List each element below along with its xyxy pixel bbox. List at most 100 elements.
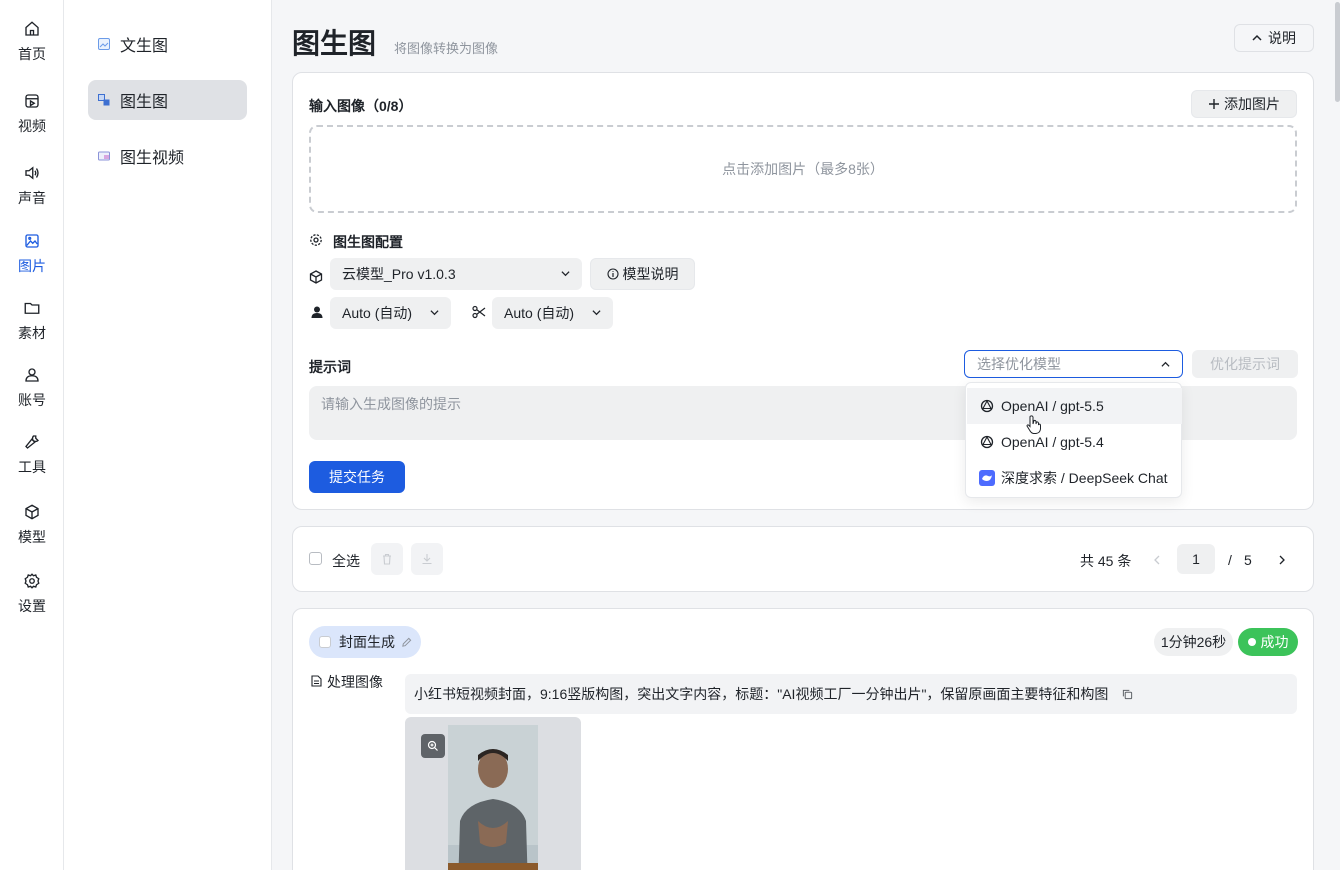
subnav-item-image-to-image[interactable]: 图生图 [88,80,247,120]
page-title: 图生图 [292,28,377,59]
page-subtitle: 将图像转换为图像 [394,41,499,56]
rail-item-image[interactable]: 图片 [0,232,64,288]
status-badge: 成功 [1238,628,1298,656]
subnav-item-text-to-image[interactable]: 文生图 [88,24,247,64]
rail-item-account[interactable]: 账号 [0,366,64,422]
explain-button[interactable]: 说明 [1234,24,1314,52]
rail-label: 账号 [18,392,46,408]
rail-label: 声音 [18,190,46,206]
rail-item-assets[interactable]: 素材 [0,299,64,355]
rail-item-settings[interactable]: 设置 [0,572,64,628]
chevron-up-icon [1252,34,1262,41]
image-to-image-icon [98,94,110,106]
rail-label: 视频 [18,118,46,134]
person-icon [311,306,323,318]
document-icon [311,675,322,687]
explain-label: 说明 [1268,30,1296,46]
task-duration: 1分钟26秒 [1154,628,1233,656]
total-count: 共 45 条 [1080,553,1132,569]
task-duration-value: 1分钟26秒 [1160,634,1227,650]
result-thumbnail[interactable] [405,717,581,870]
image-dropzone[interactable]: 点击添加图片（最多8张） [309,125,1297,213]
current-page[interactable]: 1 [1177,544,1215,574]
rail-label: 素材 [18,325,46,341]
rail-item-tools[interactable]: 工具 [0,433,64,489]
rail-item-home[interactable]: 首页 [0,20,64,76]
download-button[interactable] [411,543,443,575]
rail-label: 模型 [18,529,46,545]
rail-item-sound[interactable]: 声音 [0,164,64,220]
task-card: 封面生成 1分钟26秒 成功 处理图像 小红书短视频封面，9:16竖版构图，突出… [292,608,1314,870]
dropdown-option-deepseek[interactable]: 深度求索 / DeepSeek Chat [967,460,1182,496]
portrait-photo [448,725,538,870]
task-tag[interactable]: 封面生成 [309,626,421,658]
openai-icon [979,434,995,450]
optimize-prompt-button[interactable]: 优化提示词 [1192,350,1298,378]
task-description: 小红书短视频封面，9:16竖版构图，突出文字内容，标题："AI视频工厂一分钟出片… [405,674,1297,714]
zoom-button[interactable] [421,734,445,758]
sub-navigation: 文生图 图生图 图生视频 [64,0,272,870]
info-icon [606,268,619,280]
model-select-value: 云模型_Pro v1.0.3 [342,266,456,282]
rail-item-model[interactable]: 模型 [0,503,64,559]
submit-task-button[interactable]: 提交任务 [309,461,405,493]
cut-select-value: Auto (自动) [504,305,575,321]
settings-icon [310,234,322,246]
icon-rail: 首页 视频 声音 图片 素材 账号 工具 模型 设置 [0,0,64,870]
person-select[interactable]: Auto (自动) [330,297,451,329]
rail-item-video[interactable]: 视频 [0,92,64,148]
scrollbar-thumb[interactable] [1335,2,1340,102]
input-images-title: 输入图像（0/8） [309,98,413,114]
task-checkbox[interactable] [319,636,331,648]
optimize-model-dropdown: OpenAI / gpt-5.5 OpenAI / gpt-5.4 深度求索 /… [965,382,1182,498]
subnav-label: 图生图 [120,94,169,111]
chevron-down-icon [430,310,439,316]
wrench-icon [25,435,39,449]
dropdown-option-gpt-5-5[interactable]: OpenAI / gpt-5.5 [967,388,1182,424]
optimize-prompt-label: 优化提示词 [1210,356,1280,372]
subnav-item-image-to-video[interactable]: 图生视频 [88,136,247,176]
optimize-model-select[interactable]: 选择优化模型 [964,350,1183,378]
page-scrollbar[interactable] [1333,0,1340,870]
select-all-checkbox[interactable] [309,552,322,565]
select-all-label[interactable]: 全选 [332,551,360,571]
add-image-button[interactable]: 添加图片 [1191,90,1297,118]
image-icon [25,234,39,248]
task-description-text: 小红书短视频封面，9:16竖版构图，突出文字内容，标题："AI视频工厂一分钟出片… [414,686,1109,702]
copy-icon[interactable] [1122,689,1133,700]
model-select[interactable]: 云模型_Pro v1.0.3 [330,258,582,290]
delete-button[interactable] [371,543,403,575]
edit-icon[interactable] [401,637,412,648]
trash-icon [383,553,391,565]
model-info-button[interactable]: 模型说明 [590,258,695,290]
chevron-right-icon[interactable] [1278,555,1286,565]
optimize-model-placeholder: 选择优化模型 [977,356,1061,372]
cut-select[interactable]: Auto (自动) [492,297,613,329]
dropzone-text: 点击添加图片（最多8张） [722,161,884,177]
chevron-up-icon [1161,361,1170,367]
chevron-left-icon[interactable] [1153,555,1161,565]
openai-icon [979,398,995,414]
dropdown-option-gpt-5-4[interactable]: OpenAI / gpt-5.4 [967,424,1182,460]
gear-icon [24,573,40,589]
chevron-down-icon [592,310,601,316]
config-title: 图生图配置 [333,234,403,250]
rail-label: 首页 [18,46,46,62]
plus-icon [1209,99,1219,109]
rail-label: 图片 [18,258,46,274]
task-toolbar-card: 全选 共 45 条 1 / 5 [292,526,1314,592]
subnav-label: 文生图 [120,38,169,55]
process-image-label: 处理图像 [327,674,383,690]
zoom-in-icon [427,740,438,751]
rail-label: 工具 [18,459,46,475]
submit-task-label: 提交任务 [329,469,385,485]
subnav-label: 图生视频 [120,150,185,167]
page-separator: / [1228,552,1232,568]
dropdown-option-label: OpenAI / gpt-5.4 [1001,434,1104,450]
user-icon [25,368,39,382]
current-page-value: 1 [1192,551,1200,567]
sound-icon [25,166,39,180]
scissors-icon [472,305,486,319]
download-icon [422,554,432,565]
text-to-image-icon [98,38,110,50]
